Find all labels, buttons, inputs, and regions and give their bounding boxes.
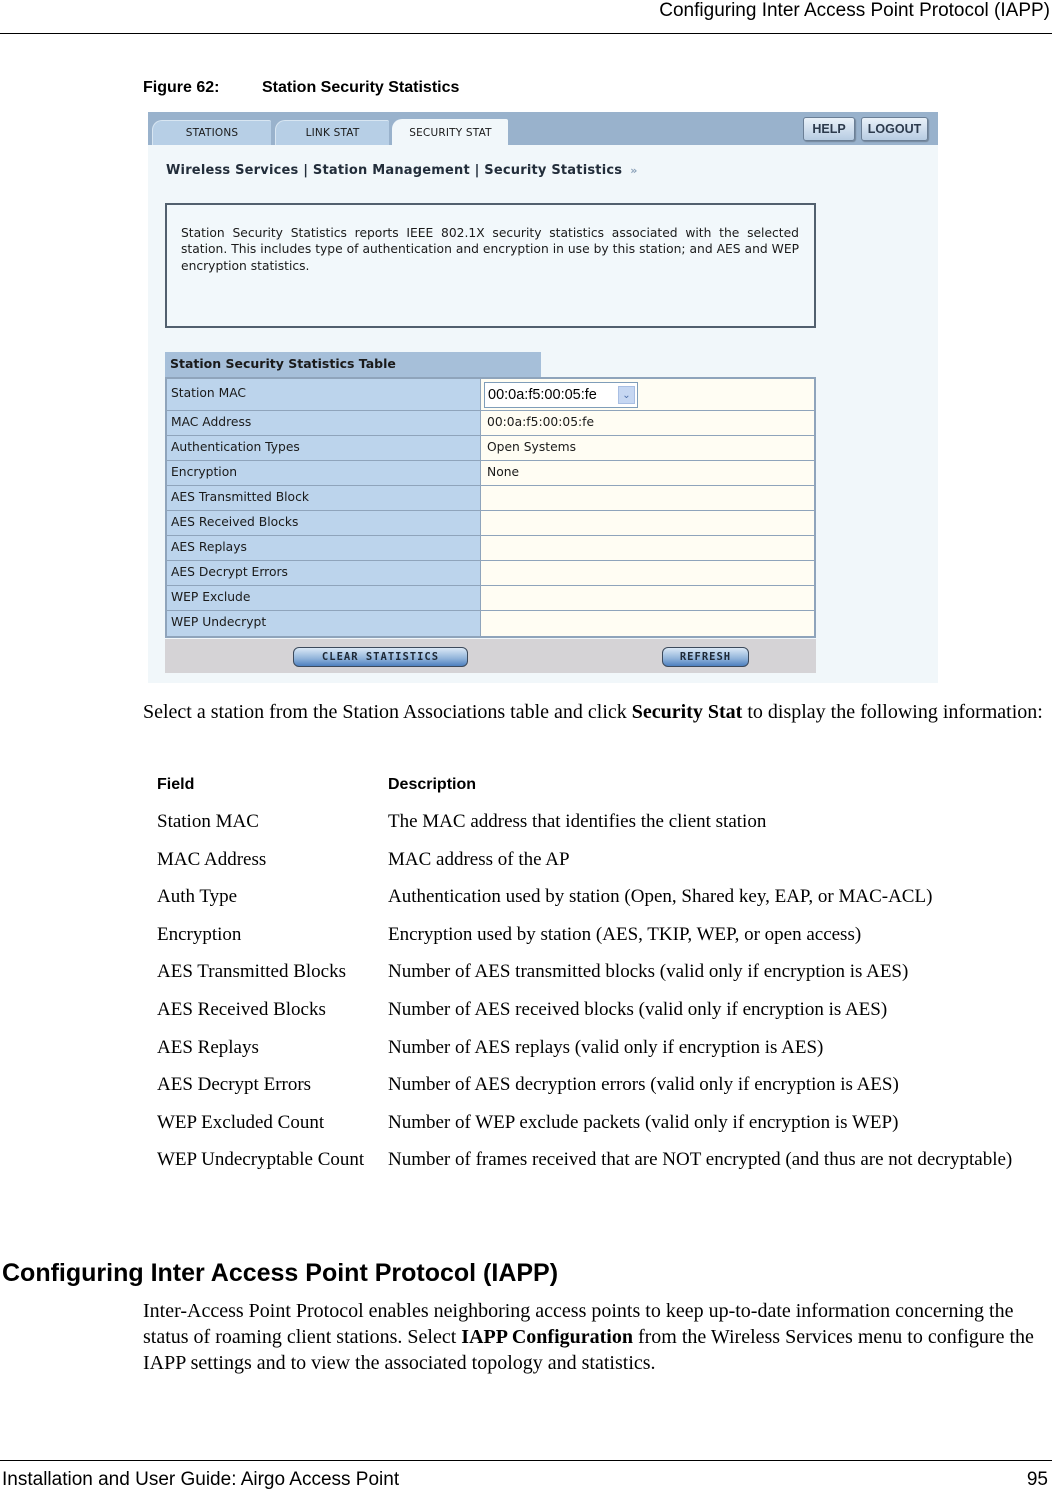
row-value: None [481,461,814,485]
table-row: Encryption None [167,461,814,486]
table-row: AES Transmitted Blocks Number of AES tran… [157,960,1037,983]
figure-caption: Figure 62: Station Security Statistics [143,79,459,97]
row-label: MAC Address [167,411,481,435]
row-label: AES Received Blocks [167,511,481,535]
help-button[interactable]: HELP [803,117,855,141]
row-value [481,561,814,585]
description-cell: Number of AES transmitted blocks (valid … [388,961,909,983]
row-label: AES Decrypt Errors [167,561,481,585]
field-cell: AES Decrypt Errors [157,1074,312,1096]
row-value [481,586,814,610]
field-description-table: Field Description Station MAC The MAC add… [157,773,1037,1186]
table-row: MAC Address MAC address of the AP [157,848,1037,871]
row-value: 00:0a:f5:00:05:fe ⌄ [481,379,814,410]
field-cell: WEP Undecryptable Count [157,1149,365,1171]
description-cell: Number of frames received that are NOT e… [388,1149,1013,1171]
table-row: Authentication Types Open Systems [167,436,814,461]
row-value: Open Systems [481,436,814,460]
figure-number: Figure 62: [143,79,220,96]
table-row: WEP Exclude [167,586,814,611]
description-cell: Authentication used by station (Open, Sh… [388,886,933,908]
field-cell: WEP Excluded Count [157,1111,325,1133]
field-cell: AES Transmitted Blocks [157,961,346,983]
security-stats-table: Station MAC 00:0a:f5:00:05:fe ⌄ MAC Addr… [165,377,816,638]
row-value [481,536,814,560]
running-header: Configuring Inter Access Point Protocol … [659,0,1050,21]
clear-statistics-button[interactable]: CLEAR STATISTICS [293,647,468,667]
action-bar: CLEAR STATISTICS REFRESH [165,639,816,673]
field-cell: Station MAC [157,811,259,832]
screenshot-figure: STATIONS LINK STAT SECURITY STAT HELP LO… [148,112,938,683]
info-box: Station Security Statistics reports IEEE… [165,203,816,328]
figure-title: Station Security Statistics [262,79,460,96]
description-header: Description [388,776,477,793]
description-cell: The MAC address that identifies the clie… [388,811,767,832]
row-label: WEP Undecrypt [167,611,481,636]
table-header: Field Description [157,773,1037,796]
row-label: Station MAC [167,379,481,410]
table-row: AES Decrypt Errors Number of AES decrypti… [157,1073,1037,1096]
description-cell: Number of AES decryption errors (valid o… [388,1074,899,1096]
page-number: 95 [1026,1469,1048,1490]
tab-bar: STATIONS LINK STAT SECURITY STAT HELP LO… [148,112,938,145]
table-row: WEP Undecryptable Count Number of frames … [157,1148,1037,1171]
description-cell: Number of AES received blocks (valid onl… [388,998,888,1020]
table-row: MAC Address 00:0a:f5:00:05:fe [167,411,814,436]
breadcrumb: Wireless Services | Station Management |… [166,163,638,178]
row-label: Encryption [167,461,481,485]
breadcrumb-text: Wireless Services | Station Management |… [166,163,623,178]
logout-button[interactable]: LOGOUT [861,117,928,141]
row-value: 00:0a:f5:00:05:fe [481,411,814,435]
header-rule [0,33,1052,34]
row-value [481,511,814,535]
station-mac-select[interactable]: 00:0a:f5:00:05:fe ⌄ [484,382,638,408]
row-label: AES Replays [167,536,481,560]
intro-text-end: to display the following information: [742,701,1043,723]
chevron-down-icon[interactable]: ⌄ [618,386,635,404]
section-bold: IAPP Configuration [461,1326,633,1348]
refresh-button[interactable]: REFRESH [662,647,749,667]
row-value [481,486,814,510]
description-cell: Number of WEP exclude packets (valid onl… [388,1111,899,1133]
field-cell: Encryption [157,923,242,945]
field-cell: MAC Address [157,848,267,870]
table-title: Station Security Statistics Table [165,352,541,377]
field-cell: Auth Type [157,886,238,908]
table-row: AES Decrypt Errors [167,561,814,586]
table-row: WEP Undecrypt [167,611,814,636]
description-cell: Number of AES replays (valid only if enc… [388,1036,824,1058]
intro-paragraph: Select a station from the Station Associ… [143,700,1048,724]
table-row: Encryption Encryption used by station (AE… [157,923,1037,946]
field-header: Field [157,776,195,793]
section-paragraph: Inter-Access Point Protocol enables neig… [143,1298,1048,1376]
tab-link-stat[interactable]: LINK STAT [275,120,389,145]
description-cell: MAC address of the AP [388,848,570,870]
field-cell: AES Received Blocks [157,998,326,1020]
table-row: Auth Type Authentication used by station … [157,885,1037,908]
intro-text: Select a station from the Station Associ… [143,701,632,723]
table-row: WEP Excluded Count Number of WEP exclude … [157,1111,1037,1134]
row-value [481,611,814,636]
table-row: AES Replays [167,536,814,561]
intro-bold: Security Stat [631,701,743,723]
table-row: Station MAC 00:0a:f5:00:05:fe ⌄ [167,379,814,411]
table-row: AES Transmitted Block [167,486,814,511]
double-chevron-right-icon: » [630,164,638,177]
footer-rule [0,1460,1052,1461]
footer-guide-title: Installation and User Guide: Airgo Acces… [2,1469,400,1490]
table-row: AES Replays Number of AES replays (valid … [157,1036,1037,1059]
description-cell: Encryption used by station (AES, TKIP, W… [388,923,862,945]
station-mac-selected: 00:0a:f5:00:05:fe [488,387,597,403]
table-row: Station MAC The MAC address that identifi… [157,810,1037,833]
field-cell: AES Replays [157,1036,259,1058]
section-title: Configuring Inter Access Point Protocol … [2,1259,559,1287]
tab-security-stat[interactable]: SECURITY STAT [392,119,508,145]
tab-stations[interactable]: STATIONS [152,120,271,145]
table-row: AES Received Blocks [167,511,814,536]
table-row: AES Received Blocks Number of AES receive… [157,998,1037,1021]
row-label: AES Transmitted Block [167,486,481,510]
row-label: WEP Exclude [167,586,481,610]
row-label: Authentication Types [167,436,481,460]
